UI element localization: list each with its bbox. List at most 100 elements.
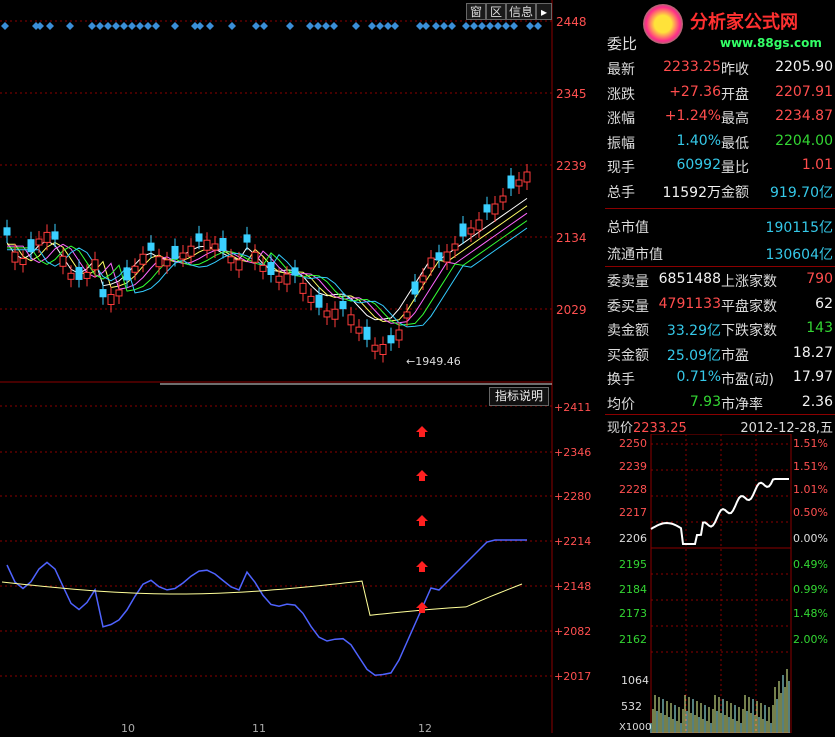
signal-diamond <box>314 22 322 30</box>
candlestick <box>515 179 523 187</box>
intraday-price-tick: 2195 <box>619 558 647 571</box>
candlestick <box>403 311 411 319</box>
ind-axis-label: +2082 <box>554 625 592 638</box>
quote-label: 最高 <box>721 111 749 127</box>
quote-row: 均价 7.93 市净率 2.36 <box>605 390 835 415</box>
window-button[interactable]: 窗 <box>466 3 486 20</box>
candlestick <box>363 326 371 340</box>
wei-bi-label: 委比 <box>607 35 638 53</box>
quote-row: 总手 11592万 金额 919.70亿 <box>605 178 835 203</box>
candlestick <box>43 231 51 243</box>
signal-diamond <box>88 22 96 30</box>
quote-label: 市盈(动) <box>721 372 774 388</box>
total-market-cap-row: 总市值 190115亿 <box>607 220 833 236</box>
signal-diamond <box>486 22 494 30</box>
candlestick <box>331 308 339 320</box>
signal-diamond <box>228 22 236 30</box>
quote-value: 17.97 <box>792 369 833 385</box>
buy-arrow-icon <box>416 515 428 526</box>
intraday-price-tick: 2173 <box>619 607 647 620</box>
candlestick <box>11 251 19 263</box>
logo-banner: 分析家公式网 www.88gs.com 委比 <box>605 0 835 55</box>
candlestick <box>427 257 435 269</box>
signal-diamond <box>128 22 136 30</box>
candlestick <box>19 258 27 266</box>
candlestick <box>315 294 323 308</box>
main-chart-area[interactable]: 窗 区 信息 ▸ 2448 2345 2239 2134 2029 ←1949.… <box>0 0 605 735</box>
quote-row: 现手 60992 量比 1.01 <box>605 153 835 178</box>
candlestick <box>107 294 115 306</box>
candlestick <box>443 251 451 263</box>
quote-value: 2233.25 <box>663 59 721 75</box>
intraday-pct-tick: 1.01% <box>793 483 828 496</box>
candlestick <box>267 261 275 275</box>
signal-diamond <box>502 22 510 30</box>
quote-label: 最新 <box>607 62 635 78</box>
signal-diamond <box>462 22 470 30</box>
candlestick <box>203 239 211 251</box>
expand-icon[interactable]: ▸ <box>536 3 552 20</box>
quote-label: 委卖量 <box>607 274 649 290</box>
month-label: 12 <box>418 722 432 735</box>
signal-diamond <box>368 22 376 30</box>
quote-value: 18.27 <box>792 344 833 361</box>
intraday-price-tick: 2228 <box>619 483 647 496</box>
intraday-volume-unit: X1000 <box>619 722 652 733</box>
quote-row: 换手 0.71% 市盈(动) 17.97 <box>605 365 835 390</box>
quote-value: 60992 <box>676 157 721 173</box>
signal-diamond <box>152 22 160 30</box>
signal-diamond <box>432 22 440 30</box>
region-button[interactable]: 区 <box>486 3 506 20</box>
quote-row: 委卖量 6851488 上涨家数 790 <box>605 267 835 292</box>
signal-diamond <box>422 22 430 30</box>
signal-diamond <box>526 22 534 30</box>
intraday-pct-tick: 1.51% <box>793 460 828 473</box>
buy-arrow-icon <box>416 602 428 613</box>
candlestick <box>67 272 75 280</box>
candlestick <box>187 245 195 257</box>
candlestick <box>371 344 379 352</box>
intraday-pct-tick: 0.49% <box>793 558 828 571</box>
ind-axis-label: +2017 <box>554 670 592 683</box>
signal-diamond <box>66 22 74 30</box>
candlestick <box>179 252 187 260</box>
intraday-price-line <box>650 478 789 545</box>
quote-row: 卖金额 33.29亿 下跌家数 143 <box>605 316 835 341</box>
kline-chart[interactable] <box>0 0 605 733</box>
candlestick <box>35 238 43 246</box>
indicator-help-button[interactable]: 指标说明 <box>489 387 549 406</box>
signal-diamond <box>260 22 268 30</box>
quote-label: 均价 <box>607 396 635 413</box>
intraday-pct-tick: 1.48% <box>793 607 828 620</box>
month-label: 10 <box>121 722 135 735</box>
quote-value: 11592万 <box>662 184 721 201</box>
axis-label: 2345 <box>556 87 587 101</box>
intraday-price-tick: 2184 <box>619 583 647 596</box>
signal-diamond <box>534 22 542 30</box>
candlestick <box>235 259 243 271</box>
candlestick <box>131 265 139 273</box>
candlestick <box>259 264 267 272</box>
intraday-price-tick: 2217 <box>619 506 647 519</box>
candlestick <box>91 259 99 271</box>
quote-panel: 分析家公式网 www.88gs.com 委比 最新 2233.25 昨收 2205.9… <box>605 0 835 733</box>
candlestick <box>219 238 227 252</box>
logo-text: 分析家公式网 <box>690 12 798 33</box>
moving-average-line <box>7 205 528 323</box>
quote-label: 金额 <box>721 184 749 201</box>
candlestick <box>387 335 395 344</box>
signal-diamond <box>46 22 54 30</box>
candlestick <box>59 255 67 267</box>
candlestick <box>451 243 459 251</box>
quote-label: 量比 <box>721 160 749 176</box>
candlestick <box>123 267 131 281</box>
signal-diamond <box>206 22 214 30</box>
candlestick <box>459 223 467 237</box>
info-button[interactable]: 信息 <box>506 3 536 20</box>
quote-label: 平盘家数 <box>721 298 777 315</box>
signal-diamond <box>448 22 456 30</box>
intraday-price-tick: 2162 <box>619 633 647 646</box>
signal-diamond <box>384 22 392 30</box>
float-market-cap-row: 流通市值 130604亿 <box>607 247 833 263</box>
intraday-pct-tick: 2.00% <box>793 633 828 646</box>
